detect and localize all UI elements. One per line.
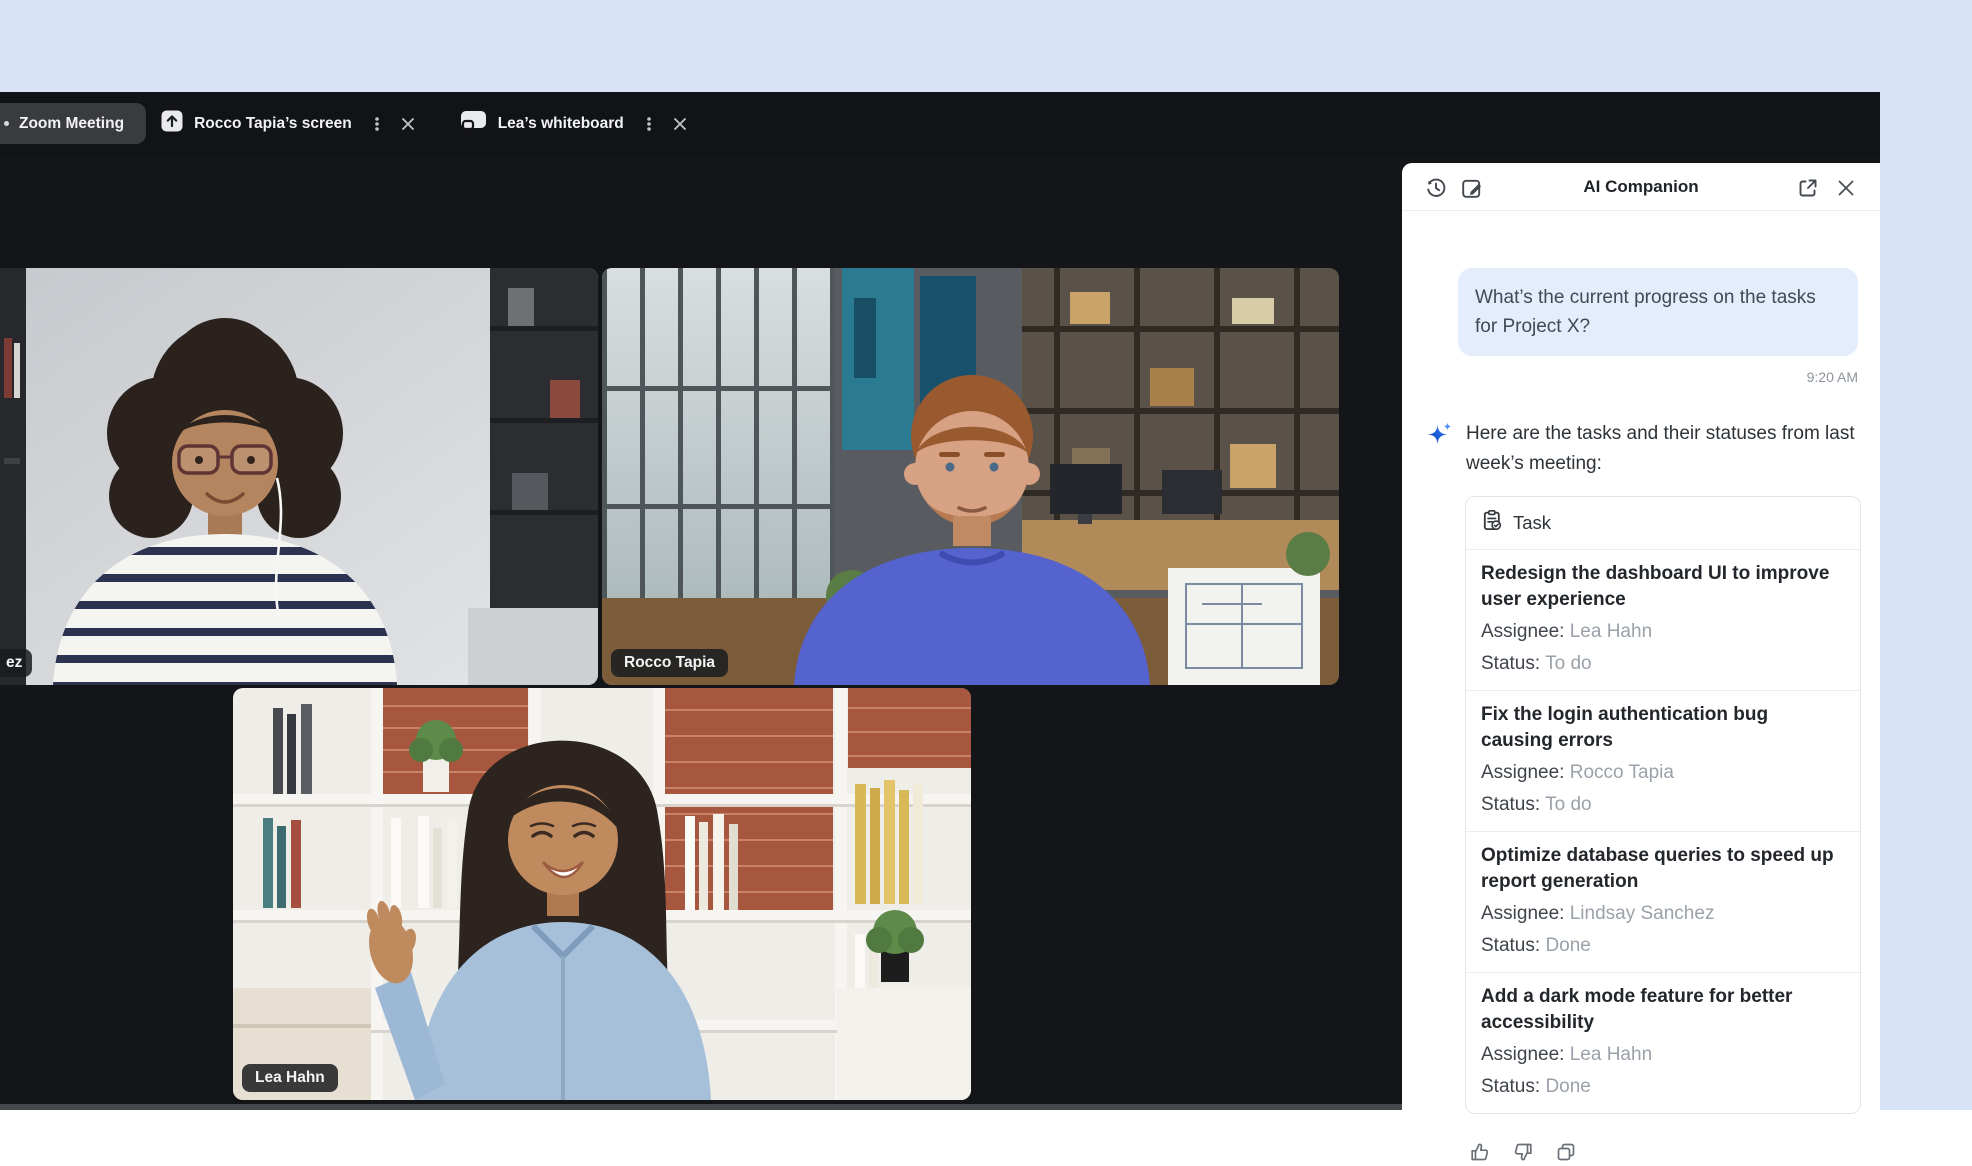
status-value: Done: [1545, 935, 1590, 956]
ai-companion-sparkle-icon: [1426, 422, 1453, 479]
status-label: Status:: [1481, 794, 1540, 815]
task-title: Optimize database queries to speed up re…: [1481, 843, 1837, 895]
assignee-value: Lea Hahn: [1570, 621, 1652, 642]
window-bottom-edge: [0, 1104, 1402, 1110]
assignee-value: Rocco Tapia: [1570, 762, 1674, 783]
participant-name-tag: ez: [0, 649, 32, 677]
status-label: Status:: [1481, 1076, 1540, 1097]
desktop-background: Zoom Meeting Rocco Tapia’s screen Lea’s …: [0, 0, 1972, 1110]
participant-video-lindsay: ez: [0, 268, 598, 685]
tab-lea-whiteboard[interactable]: Lea’s whiteboard: [460, 110, 624, 137]
whiteboard-icon: [460, 110, 487, 137]
meeting-tab-bar: Zoom Meeting Rocco Tapia’s screen Lea’s …: [0, 92, 1880, 155]
assignee-value: Lea Hahn: [1570, 1044, 1652, 1065]
participant-name-tag: Lea Hahn: [242, 1064, 338, 1092]
response-feedback-bar: [1466, 1138, 1858, 1166]
participant-video-lea: Lea Hahn: [233, 688, 971, 1100]
status-value: To do: [1545, 653, 1591, 674]
status-label: Status:: [1481, 653, 1540, 674]
tab-zoom-meeting[interactable]: Zoom Meeting: [0, 103, 146, 144]
status-value: To do: [1545, 794, 1591, 815]
task-title: Redesign the dashboard UI to improve use…: [1481, 561, 1837, 613]
thumbs-down-icon[interactable]: [1509, 1138, 1537, 1166]
task-row: Redesign the dashboard UI to improve use…: [1466, 550, 1860, 691]
assignee-label: Assignee:: [1481, 762, 1564, 783]
assignee-label: Assignee:: [1481, 903, 1564, 924]
task-row: Fix the login authentication bug causing…: [1466, 691, 1860, 832]
pop-out-icon[interactable]: [1794, 174, 1822, 202]
task-row: Add a dark mode feature for better acces…: [1466, 973, 1860, 1113]
task-row: Optimize database queries to speed up re…: [1466, 832, 1860, 973]
user-message-bubble: What’s the current progress on the tasks…: [1458, 268, 1858, 356]
task-title: Add a dark mode feature for better acces…: [1481, 984, 1837, 1036]
tab-rocco-screen-label: Rocco Tapia’s screen: [194, 115, 352, 133]
copy-icon[interactable]: [1552, 1138, 1580, 1166]
task-title: Fix the login authentication bug causing…: [1481, 702, 1837, 754]
tab-lea-whiteboard-label: Lea’s whiteboard: [498, 115, 624, 133]
tab-rocco-screen-close-button[interactable]: [396, 112, 420, 136]
participant-name-tag: Rocco Tapia: [611, 649, 728, 677]
task-summary-card: Task Redesign the dashboard UI to improv…: [1465, 496, 1861, 1114]
thumbs-up-icon[interactable]: [1466, 1138, 1494, 1166]
task-card-header: Task: [1466, 497, 1860, 550]
participant-video-rocco: Rocco Tapia: [602, 268, 1339, 685]
ai-companion-header: AI Companion: [1402, 163, 1880, 211]
tab-lea-whiteboard-menu-button[interactable]: [636, 111, 662, 137]
task-card-title: Task: [1513, 512, 1551, 534]
ai-chat-thread: What’s the current progress on the tasks…: [1402, 211, 1880, 1166]
ai-companion-panel: AI Companion What’s the current progress…: [1402, 163, 1880, 1110]
tab-zoom-meeting-label: Zoom Meeting: [19, 115, 124, 133]
assignee-label: Assignee:: [1481, 621, 1564, 642]
status-value: Done: [1545, 1076, 1590, 1097]
active-tab-dot-icon: [4, 121, 9, 126]
tab-rocco-screen-menu-button[interactable]: [364, 111, 390, 137]
message-timestamp: 9:20 AM: [1426, 369, 1858, 385]
ai-response-text: Here are the tasks and their statuses fr…: [1466, 419, 1858, 479]
assignee-value: Lindsay Sanchez: [1570, 903, 1715, 924]
share-screen-icon: [161, 110, 183, 137]
close-icon[interactable]: [1832, 174, 1860, 202]
status-label: Status:: [1481, 935, 1540, 956]
tab-rocco-screen[interactable]: Rocco Tapia’s screen: [161, 110, 352, 137]
assignee-label: Assignee:: [1481, 1044, 1564, 1065]
task-clipboard-icon: [1481, 509, 1504, 537]
tab-lea-whiteboard-close-button[interactable]: [668, 112, 692, 136]
